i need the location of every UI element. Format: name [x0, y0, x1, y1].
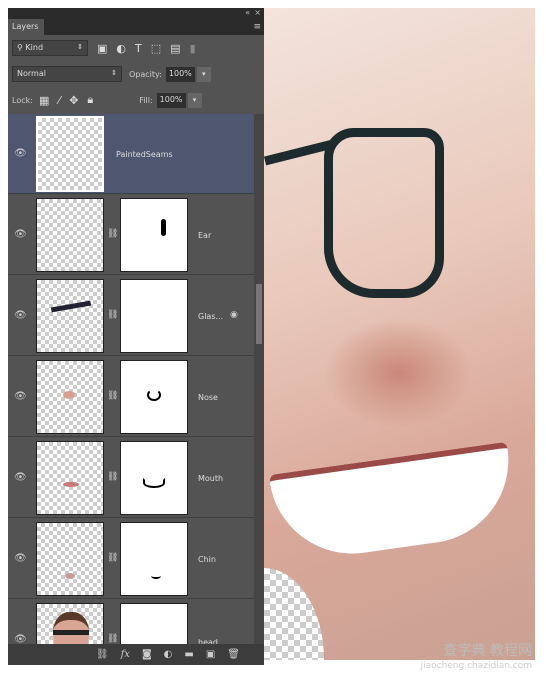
new-layer-icon[interactable]: ▣ — [206, 649, 215, 660]
panel-menu-icon[interactable]: ≡ — [253, 22, 261, 32]
smart-filter-icon[interactable]: ◉ — [230, 310, 238, 320]
layer-row-paintedseams[interactable]: 👁︎ PaintedSeams — [8, 114, 254, 194]
layer-thumbnail: ⎘ — [36, 522, 133, 596]
link-chain-icon[interactable]: ⛓ — [107, 391, 118, 401]
visibility-eye-icon[interactable]: 👁︎ — [14, 634, 27, 644]
layer-mask[interactable] — [120, 441, 188, 515]
visibility-eye-icon[interactable]: 👁︎ — [14, 391, 27, 402]
blend-mode-value: Normal — [17, 69, 46, 78]
layer-name[interactable]: Chin — [198, 555, 216, 564]
filter-toggle-icon[interactable]: ▮ — [190, 42, 196, 55]
lock-move-icon[interactable]: ✥ — [69, 94, 78, 107]
document-canvas[interactable] — [264, 8, 535, 660]
lock-transparent-icon[interactable]: ▦ — [39, 94, 49, 107]
adjustment-icon[interactable]: ◐ — [164, 649, 173, 660]
layer-mask[interactable] — [120, 198, 188, 272]
tab-layers[interactable]: Layers — [8, 19, 44, 35]
layer-mask[interactable] — [120, 279, 188, 353]
glasses-frame — [324, 128, 444, 298]
layer-row-nose[interactable]: 👁︎ ⎘ ⛓ Nose — [8, 357, 254, 437]
link-chain-icon[interactable]: ⛓ — [107, 310, 118, 320]
layer-name[interactable]: Nose — [198, 393, 218, 402]
layers-panel: « × Layers ≡ ⚲ Kind ⇕ ▣ ◐ T ⬚ ▤ ▮ Normal ⇕… — [8, 8, 264, 665]
scrollbar-thumb[interactable] — [256, 284, 262, 344]
shape-filter-icon[interactable]: ⬚ — [151, 42, 161, 55]
layer-thumbnail — [36, 603, 104, 644]
lock-label: Lock: — [12, 95, 33, 105]
layer-mask[interactable] — [120, 603, 188, 644]
adjustment-filter-icon[interactable]: ◐ — [116, 42, 126, 55]
layer-thumbnail: ⎘ — [36, 279, 133, 353]
fx-icon[interactable]: fx — [121, 649, 130, 660]
link-chain-icon[interactable]: ⛓ — [107, 553, 118, 563]
link-chain-icon[interactable]: ⛓ — [107, 472, 118, 482]
image-filter-icon[interactable]: ▣ — [97, 42, 107, 55]
visibility-eye-icon[interactable]: 👁︎ — [14, 472, 27, 483]
layers-scrollbar[interactable] — [254, 114, 264, 644]
layer-name[interactable]: Glas... — [198, 312, 223, 321]
close-icon[interactable]: × — [254, 8, 261, 17]
watermark-logo: 查字典 教程网 — [443, 643, 532, 659]
visibility-eye-icon[interactable]: 👁︎ — [14, 148, 27, 159]
layer-row-head[interactable]: 👁︎ ⛓ head — [8, 600, 254, 644]
layer-row-ear[interactable]: 👁︎ ⎘ ⛓ Ear — [8, 195, 254, 275]
lock-paint-icon[interactable]: ⁄ — [58, 94, 60, 107]
layer-thumbnail: ⎘ — [36, 198, 133, 272]
layer-thumbnail: ⎘ — [36, 441, 133, 515]
collapse-icon[interactable]: « — [245, 8, 250, 17]
link-icon[interactable]: ⛓ — [96, 649, 109, 660]
type-filter-icon[interactable]: T — [135, 42, 142, 55]
lock-all-icon[interactable]: 🔒︎ — [87, 93, 93, 107]
layer-row-chin[interactable]: 👁︎ ⎘ ⛓ Chin — [8, 519, 254, 599]
layer-mask[interactable] — [120, 522, 188, 596]
layer-name[interactable]: PaintedSeams — [116, 150, 173, 159]
layer-name[interactable]: Mouth — [198, 474, 223, 483]
folder-icon[interactable]: ▬ — [184, 649, 193, 660]
layer-row-mouth[interactable]: 👁︎ ⎘ ⛓ Mouth — [8, 438, 254, 518]
layer-list: 👁︎ PaintedSeams 👁︎ ⎘ ⛓ Ear 👁︎ ⎘ ⛓ Glas..… — [8, 114, 254, 644]
fill-label: Fill: — [139, 95, 153, 105]
layer-thumbnail — [36, 116, 104, 192]
mask-icon[interactable]: ◙ — [142, 649, 152, 660]
teeth — [268, 441, 520, 565]
opacity-input[interactable]: 100% — [165, 66, 195, 82]
blend-mode-select[interactable]: Normal ⇕ — [12, 66, 122, 82]
opacity-dropdown[interactable]: ▾ — [196, 66, 211, 82]
visibility-eye-icon[interactable]: 👁︎ — [14, 229, 27, 240]
fill-input[interactable]: 100% — [156, 92, 186, 108]
layer-row-glasses[interactable]: 👁︎ ⎘ ⛓ Glas... ◉ — [8, 276, 254, 356]
smart-object-filter-icon[interactable]: ▤ — [170, 42, 180, 55]
visibility-eye-icon[interactable]: 👁︎ — [14, 553, 27, 564]
panel-topbar: « × — [8, 8, 264, 19]
layer-mask[interactable] — [120, 360, 188, 434]
filter-kind-select[interactable]: ⚲ Kind ⇕ — [12, 40, 88, 56]
layer-name[interactable]: Ear — [198, 231, 211, 240]
link-chain-icon[interactable]: ⛓ — [107, 634, 118, 644]
watermark-url: jiaocheng.chazidian.com — [420, 661, 532, 671]
visibility-eye-icon[interactable]: 👁︎ — [14, 310, 27, 321]
panel-footer: ⛓ fx ◙ ◐ ▬ ▣ 🗑︎ — [8, 644, 264, 665]
trash-icon[interactable]: 🗑︎ — [227, 649, 240, 660]
opacity-label: Opacity: — [129, 69, 162, 79]
filter-kind-value: Kind — [25, 43, 44, 52]
layer-thumbnail: ⎘ — [36, 360, 133, 434]
fill-dropdown[interactable]: ▾ — [187, 92, 202, 108]
link-chain-icon[interactable]: ⛓ — [107, 229, 118, 239]
